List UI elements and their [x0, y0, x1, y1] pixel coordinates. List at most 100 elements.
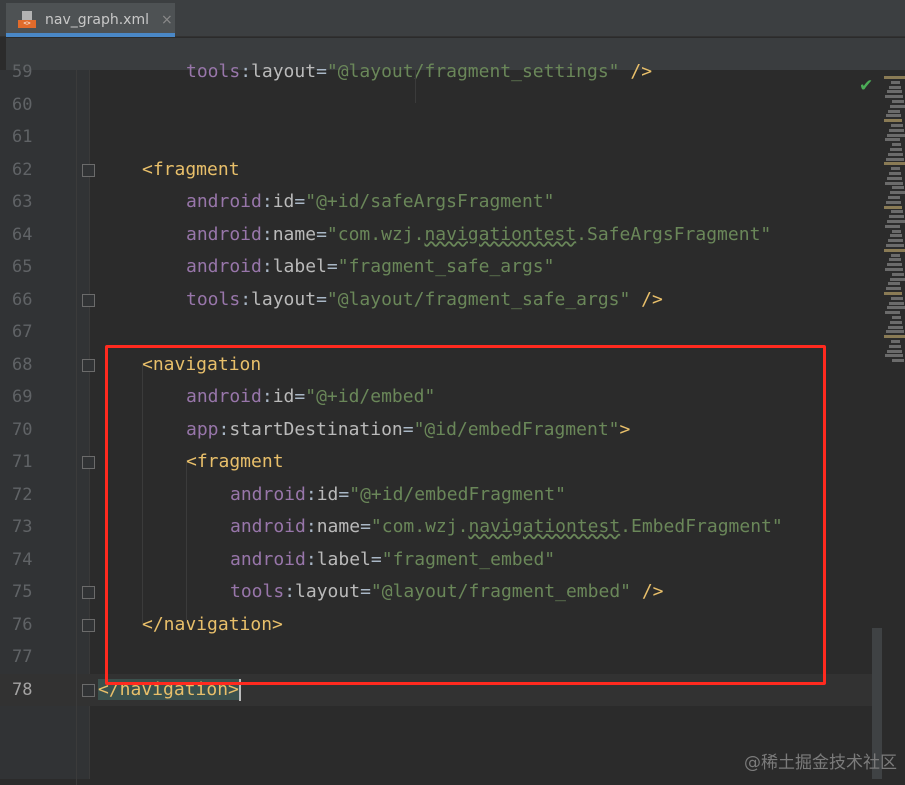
code-text: android:id="@+id/safeArgsFragment": [186, 186, 554, 219]
minimap-mark: [886, 200, 901, 204]
fold-toggle-icon[interactable]: [82, 293, 95, 307]
token-punc: =: [326, 256, 338, 277]
token-tag: />: [619, 61, 653, 82]
minimap-mark: [887, 176, 902, 180]
close-icon[interactable]: ×: [161, 12, 173, 28]
token-wavy: navigationtest: [424, 223, 577, 245]
minimap-mark: [885, 181, 903, 185]
minimap-mark: [890, 277, 905, 281]
minimap-mark: [888, 239, 903, 243]
minimap-mark: [892, 229, 901, 233]
minimap-mark: [887, 90, 902, 94]
code-text: tools:layout="@layout/fragment_settings"…: [186, 56, 652, 89]
token-val: "@layout/fragment_safe_args": [326, 288, 631, 310]
token-val: "com.wzj.: [326, 223, 425, 245]
fold-toggle-icon[interactable]: [82, 586, 95, 599]
token-ns: android: [186, 223, 262, 245]
code-line[interactable]: 63 android:id="@+id/safeArgsFragment": [0, 186, 880, 219]
minimap-mark: [887, 220, 905, 223]
minimap-mark: [890, 320, 902, 324]
code-line[interactable]: 64 android:name="com.wzj.navigationtest.S…: [0, 219, 880, 252]
minimap-mark: [892, 359, 904, 363]
indent-guide: [76, 70, 77, 785]
minimap-mark: [885, 311, 900, 315]
line-number: 65: [12, 257, 33, 277]
fold-toggle-icon[interactable]: [82, 618, 95, 632]
minimap-mark: [891, 210, 903, 214]
fold-toggle-icon[interactable]: [82, 358, 95, 372]
code-text: tools:layout="@layout/fragment_safe_args…: [186, 284, 663, 317]
code-text: <fragment: [142, 154, 240, 187]
error-stripe-minimap[interactable]: [884, 76, 905, 366]
token-ns: android: [186, 256, 262, 277]
xml-file-icon: <>: [18, 11, 36, 29]
minimap-mark: [891, 340, 900, 343]
fold-toggle-icon[interactable]: [82, 456, 95, 469]
minimap-mark: [891, 80, 900, 84]
minimap-mark: [887, 306, 905, 310]
code-line[interactable]: 59 tools:layout="@layout/fragment_setting…: [0, 56, 880, 89]
line-number: 59: [12, 62, 33, 82]
minimap-mark: [890, 104, 905, 108]
token-val: "fragment_safe_args": [337, 256, 555, 277]
fold-toggle-icon[interactable]: [82, 683, 95, 697]
minimap-mark: [890, 234, 902, 238]
minimap-mark: [885, 354, 903, 358]
minimap-mark: [884, 335, 905, 339]
line-number: 67: [12, 322, 33, 342]
minimap-mark: [891, 124, 903, 127]
token-attr: layout: [251, 288, 317, 310]
token-val: "@+id/safeArgsFragment": [305, 191, 555, 212]
line-number: 61: [12, 127, 33, 147]
minimap-mark: [892, 272, 904, 276]
indent-guide: [415, 70, 416, 103]
line-number: 72: [12, 484, 33, 505]
minimap-mark: [887, 263, 902, 267]
minimap-mark: [885, 138, 900, 142]
minimap-mark: [891, 296, 903, 300]
minimap-mark: [886, 114, 901, 118]
line-number: 75: [12, 582, 33, 602]
token-tag: <fragment: [142, 158, 240, 180]
token-punc: =: [316, 288, 327, 310]
annotation-box: [105, 345, 826, 685]
code-line[interactable]: 62 <fragment: [0, 154, 880, 187]
watermark: @稀土掘金技术社区: [744, 753, 897, 773]
code-line[interactable]: 67: [0, 316, 880, 349]
code-line[interactable]: 60: [0, 89, 880, 122]
minimap-mark: [892, 143, 901, 147]
code-line[interactable]: 65 android:label="fragment_safe_args": [0, 251, 880, 284]
minimap-mark: [884, 76, 905, 79]
token-ns: tools: [186, 61, 241, 82]
check-icon[interactable]: ✔: [859, 76, 873, 96]
minimap-mark: [889, 172, 901, 175]
token-punc: =: [316, 223, 327, 245]
minimap-mark: [890, 191, 905, 195]
code-line[interactable]: 61: [0, 121, 880, 154]
code-line[interactable]: 66 tools:layout="@layout/fragment_safe_ar…: [0, 284, 880, 317]
minimap-mark: [886, 287, 901, 291]
token-ns: android: [186, 191, 262, 212]
minimap-mark: [886, 157, 904, 161]
minimap-mark: [889, 128, 904, 132]
token-punc: :: [261, 191, 273, 212]
line-number: 69: [12, 387, 33, 407]
line-number: 66: [12, 289, 33, 310]
line-number: 73: [12, 517, 33, 537]
token-punc: :: [240, 61, 252, 82]
line-number: 78: [12, 679, 33, 700]
token-punc: =: [294, 191, 306, 212]
code-text: android:name="com.wzj.navigationtest.Saf…: [186, 219, 771, 252]
minimap-mark: [888, 282, 900, 286]
token-tag: />: [630, 288, 663, 310]
minimap-mark: [891, 253, 900, 257]
minimap-mark: [884, 162, 905, 166]
line-number: 63: [12, 192, 33, 212]
token-punc: :: [261, 256, 273, 277]
token-attr: id: [272, 191, 295, 212]
fold-toggle-icon[interactable]: [82, 163, 95, 177]
token-punc: :: [261, 223, 273, 245]
minimap-mark: [885, 224, 900, 228]
tab-nav-graph[interactable]: <> nav_graph.xml ×: [6, 3, 175, 37]
minimap-mark: [888, 196, 900, 199]
